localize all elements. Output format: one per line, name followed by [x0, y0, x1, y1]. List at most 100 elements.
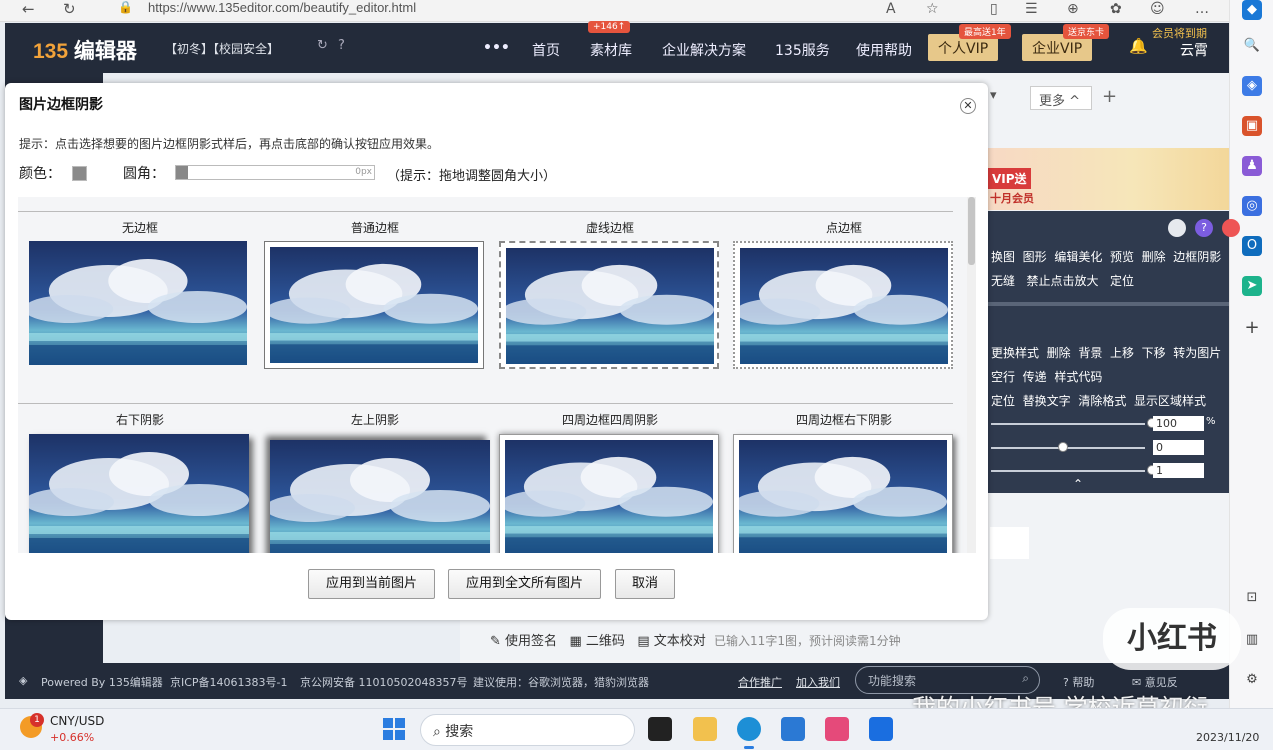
radius-slider[interactable]: 0px [175, 165, 375, 180]
powered-by[interactable]: Powered By 135编辑器 [41, 674, 163, 690]
locate-action[interactable]: 定位 [991, 394, 1015, 408]
logo[interactable]: 135 编辑器 [33, 35, 137, 65]
border-shadow-action[interactable]: 边框阴影 [1173, 250, 1221, 264]
briefcase-icon[interactable]: ▣ [1242, 116, 1262, 136]
close-icon[interactable] [1222, 219, 1240, 237]
copilot-app-icon[interactable] [825, 717, 849, 741]
nav-services[interactable]: 135服务 [775, 40, 830, 60]
add-tab-icon[interactable]: + [1102, 86, 1117, 107]
style-option-border-shadow-bottom-right[interactable] [733, 434, 953, 553]
screenshot-icon[interactable]: ⊡ [1242, 588, 1262, 608]
more-icon[interactable]: … [1195, 1, 1209, 17]
lock-icon[interactable]: 🔒 [118, 0, 133, 14]
member-expiry[interactable]: 会员将到期 [1152, 25, 1207, 41]
transfer-action[interactable]: 传递 [1023, 370, 1047, 384]
store-icon[interactable] [781, 717, 805, 741]
split-screen-icon[interactable]: ▯ [990, 1, 998, 17]
security-link[interactable]: 京公网安备 11010502048357号 [300, 674, 467, 690]
style-option-shadow-bottom-right[interactable] [29, 434, 249, 553]
nav-home[interactable]: 首页 [532, 40, 560, 60]
chevron-up-icon[interactable]: ⌃ [1073, 477, 1083, 491]
show-area-style-action[interactable]: 显示区域样式 [1134, 394, 1206, 408]
favorites-list-icon[interactable]: ☰ [1025, 1, 1038, 17]
proofread-button[interactable]: 文本校对 [654, 634, 706, 649]
style-option-shadow-top-left[interactable] [270, 440, 490, 553]
rotate-knob[interactable] [1058, 442, 1068, 452]
style-option-no-border[interactable] [29, 241, 249, 365]
radius-knob[interactable] [176, 166, 188, 179]
add-icon[interactable]: + [1242, 318, 1262, 338]
style-option-normal-border[interactable] [264, 241, 484, 369]
tag-icon[interactable]: ◈ [1242, 76, 1262, 96]
style-option-dotted-border[interactable] [733, 241, 953, 369]
nav-materials[interactable]: 素材库 [590, 40, 632, 60]
edge-icon[interactable] [737, 717, 761, 749]
color-picker[interactable] [72, 166, 87, 181]
extensions-icon[interactable]: ✿ [1110, 1, 1122, 17]
copilot-icon[interactable]: ◆ [1242, 0, 1262, 20]
help-icon[interactable]: ? [338, 38, 345, 53]
qrcode-button[interactable]: 二维码 [586, 634, 625, 649]
user-name[interactable]: 云霄 [1180, 40, 1208, 60]
join-link[interactable]: 加入我们 [796, 674, 840, 690]
apply-current-button[interactable]: 应用到当前图片 [308, 569, 435, 599]
preview-action[interactable]: 预览 [1110, 250, 1134, 264]
replace-image-action[interactable]: 换图 [991, 250, 1015, 264]
move-down-action[interactable]: 下移 [1142, 346, 1166, 360]
topic-tags[interactable]: 【初冬】【校园安全】 [165, 40, 279, 57]
rotate-value[interactable]: 0 [1153, 440, 1204, 455]
profile-icon[interactable]: ☺ [1150, 1, 1165, 17]
scale-value[interactable]: 1 [1153, 463, 1204, 478]
outlook-icon[interactable]: O [1242, 236, 1262, 256]
more-dots-icon[interactable]: ••• [483, 40, 510, 56]
promo-banner[interactable]: VIP送 十月会员 [988, 148, 1229, 210]
style-code-action[interactable]: 样式代码 [1054, 370, 1102, 384]
nav-help[interactable]: 使用帮助 [856, 40, 912, 60]
settings-gear-icon[interactable]: ⚙ [1242, 670, 1262, 690]
scale-slider[interactable] [991, 470, 1145, 472]
disable-zoom-action[interactable]: 禁止点击放大 [1026, 274, 1098, 288]
collections-icon[interactable]: ⊕ [1067, 1, 1079, 17]
position-action[interactable]: 定位 [1110, 274, 1134, 288]
edit-beautify-action[interactable]: 编辑美化 [1054, 250, 1102, 264]
refresh-icon[interactable]: ↻ [317, 38, 328, 53]
style-option-border-shadow-all[interactable] [499, 434, 719, 553]
copy-icon[interactable] [1168, 219, 1186, 237]
opacity-slider[interactable] [991, 423, 1145, 425]
sidebar-toggle-icon[interactable]: ▥ [1242, 630, 1262, 650]
partner-link[interactable]: 合作推广 [738, 674, 782, 690]
taskbar-search[interactable]: ⌕ 搜索 [420, 714, 635, 746]
file-explorer-icon[interactable] [693, 717, 717, 741]
address-bar[interactable]: https://www.135editor.com/beautify_edito… [148, 0, 416, 15]
signature-button[interactable]: 使用签名 [505, 634, 557, 649]
clock-date[interactable]: 2023/11/20 [1196, 731, 1259, 744]
favorite-icon[interactable]: ☆ [926, 1, 939, 17]
seamless-action[interactable]: 无缝 [991, 274, 1015, 288]
to-image-action[interactable]: 转为图片 [1173, 346, 1221, 360]
close-icon[interactable]: ✕ [960, 98, 976, 114]
back-icon[interactable]: ← [22, 0, 35, 18]
mail-icon[interactable] [869, 717, 893, 741]
bell-icon[interactable]: 🔔 [1129, 37, 1148, 55]
windows-start-icon[interactable] [383, 718, 405, 740]
search-icon[interactable]: 🔍 [1242, 36, 1262, 56]
read-aloud-icon[interactable]: A [886, 1, 896, 17]
task-view-icon[interactable] [648, 717, 672, 741]
change-style-action[interactable]: 更换样式 [991, 346, 1039, 360]
refresh-icon[interactable]: ↻ [63, 0, 76, 18]
cancel-button[interactable]: 取消 [615, 569, 675, 599]
delete-action[interactable]: 删除 [1142, 250, 1166, 264]
nav-enterprise[interactable]: 企业解决方案 [662, 40, 746, 60]
icp-link[interactable]: 京ICP备14061383号-1 [170, 674, 288, 690]
tab-dropdown[interactable]: ▾ [990, 88, 997, 103]
send-icon[interactable]: ➤ [1242, 276, 1262, 296]
move-up-action[interactable]: 上移 [1110, 346, 1134, 360]
apply-all-button[interactable]: 应用到全文所有图片 [448, 569, 601, 599]
shape-action[interactable]: 图形 [1023, 250, 1047, 264]
style-option-dashed-border[interactable] [499, 241, 719, 369]
help-icon[interactable]: ? [1195, 219, 1213, 237]
office-icon[interactable]: ◎ [1242, 196, 1262, 216]
replace-text-action[interactable]: 替换文字 [1023, 394, 1071, 408]
delete-style-action[interactable]: 删除 [1047, 346, 1071, 360]
scrollbar-thumb[interactable] [968, 197, 975, 265]
